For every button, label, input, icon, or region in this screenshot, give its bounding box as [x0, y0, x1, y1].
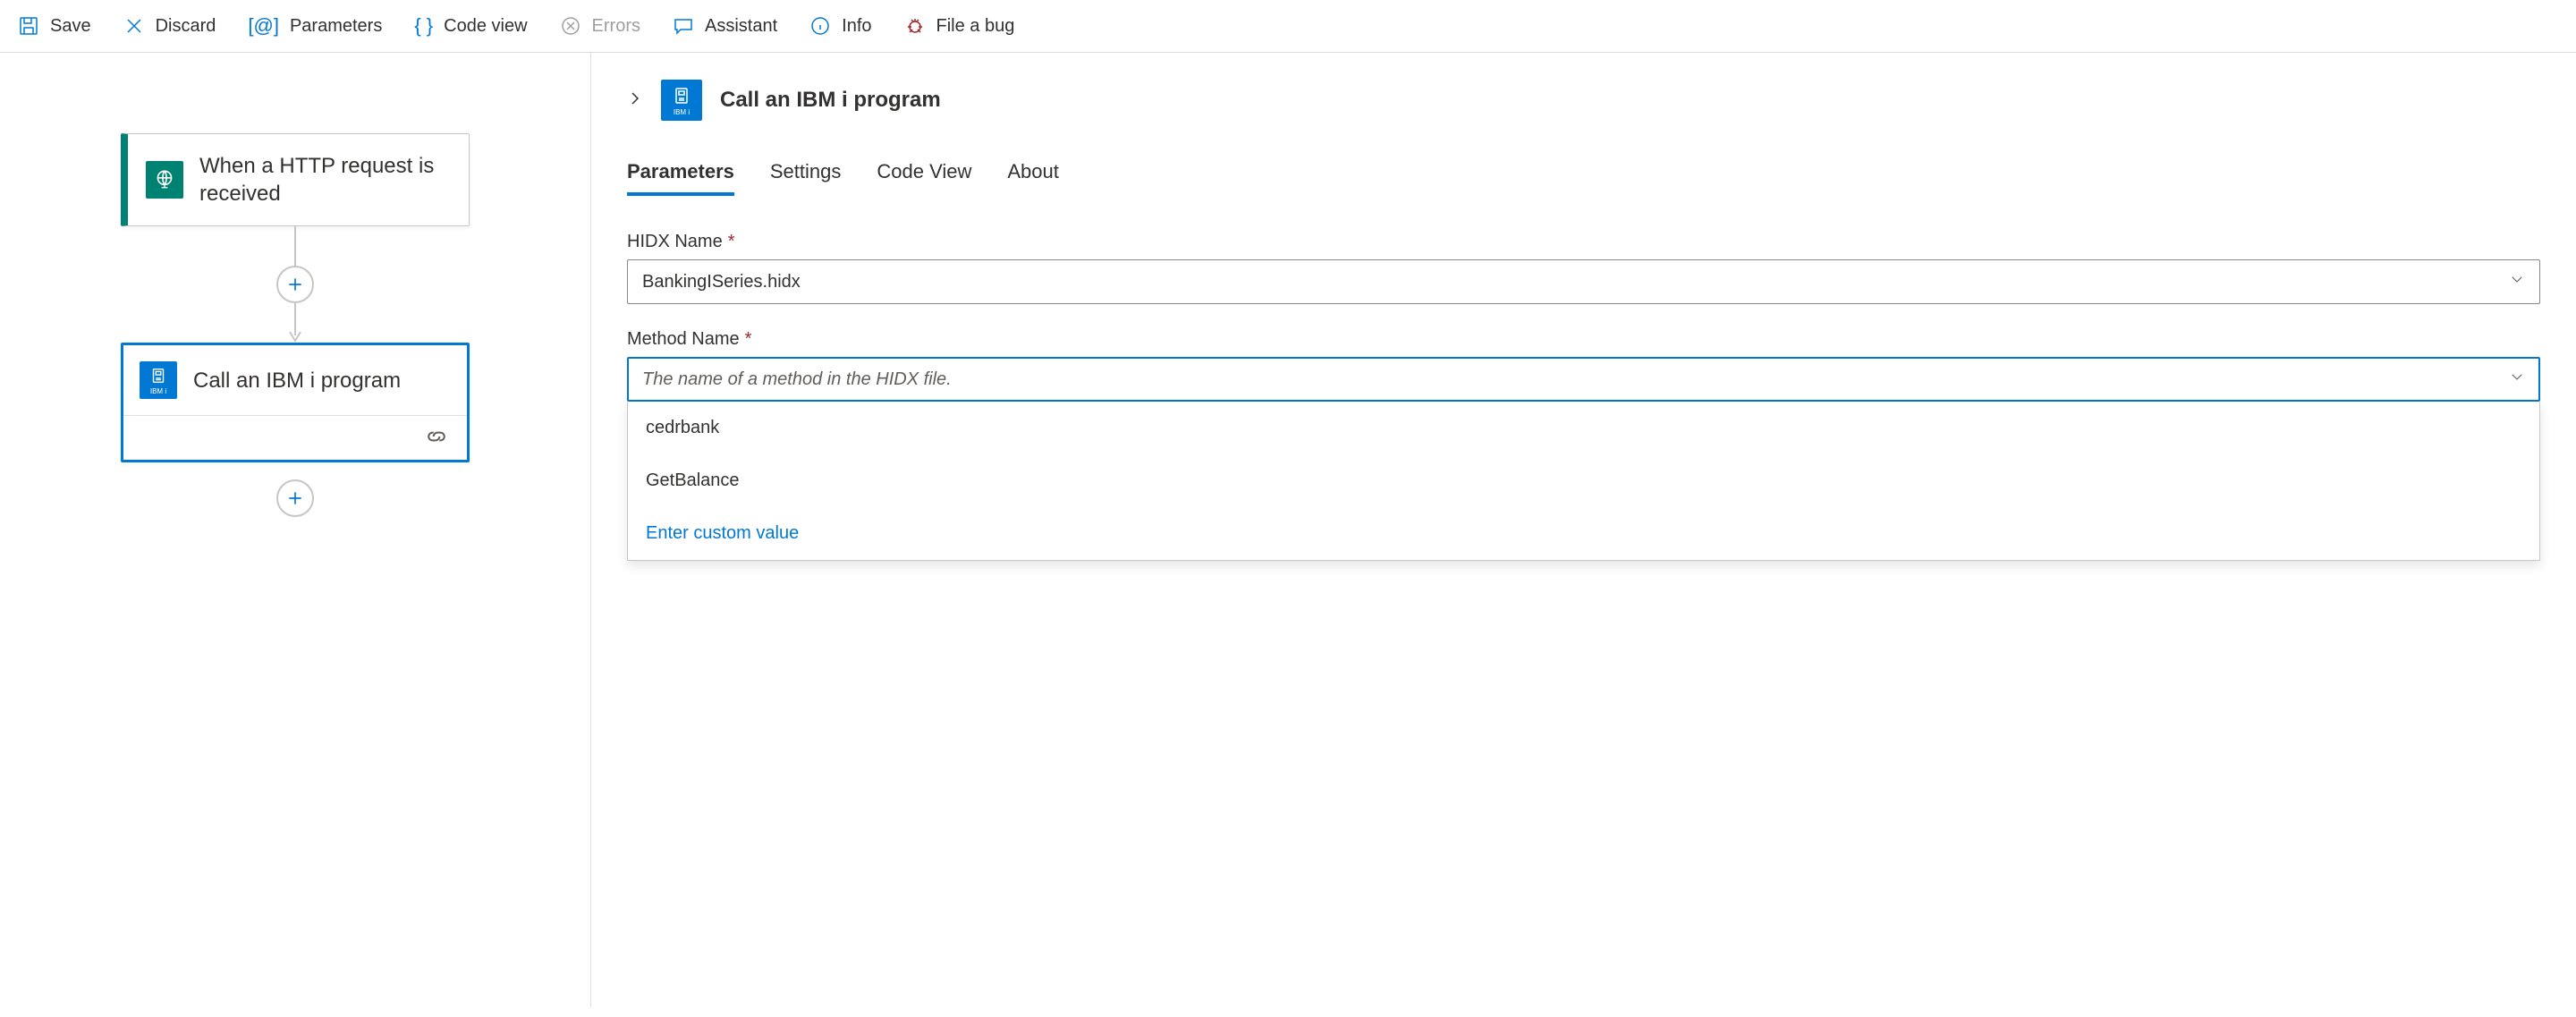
parameters-button[interactable]: [@] Parameters: [248, 14, 382, 38]
at-brackets-icon: [@]: [248, 14, 279, 38]
add-step-button-end[interactable]: [276, 479, 314, 517]
field-methodname: Method Name * The name of a method in th…: [627, 329, 2540, 561]
tab-about[interactable]: About: [1007, 160, 1059, 196]
methodname-label-row: Method Name *: [627, 329, 2540, 350]
assistant-button[interactable]: Assistant: [673, 15, 777, 37]
add-step-button[interactable]: [276, 266, 314, 303]
pane-header: IBM i Call an IBM i program: [627, 80, 2540, 121]
field-hidxname: HIDX Name * BankingISeries.hidx: [627, 232, 2540, 304]
save-icon: [18, 15, 39, 37]
chat-icon: [673, 15, 694, 37]
ibmi-icon-sublabel: IBM i: [674, 108, 690, 116]
discard-label: Discard: [156, 16, 216, 37]
pane-tabs: Parameters Settings Code View About: [627, 160, 2540, 196]
required-mark: *: [745, 329, 752, 350]
required-mark: *: [728, 232, 735, 252]
trigger-node-title: When a HTTP request is received: [199, 152, 451, 208]
save-button[interactable]: Save: [18, 15, 91, 37]
hidxname-value: BankingISeries.hidx: [642, 272, 801, 292]
tab-codeview[interactable]: Code View: [877, 160, 971, 196]
tab-settings[interactable]: Settings: [770, 160, 842, 196]
details-pane: IBM i Call an IBM i program Parameters S…: [591, 53, 2576, 1007]
action-node-link-row: [123, 415, 467, 460]
connection-link-icon[interactable]: [424, 427, 449, 449]
hidxname-label-row: HIDX Name *: [627, 232, 2540, 252]
action-node[interactable]: IBM i Call an IBM i program: [121, 343, 470, 462]
errors-label: Errors: [592, 16, 640, 37]
hidxname-select[interactable]: BankingISeries.hidx: [627, 259, 2540, 304]
info-icon: [809, 15, 831, 37]
ibmi-icon: IBM i: [661, 80, 702, 121]
bug-icon: [904, 15, 926, 37]
toolbar: Save Discard [@] Parameters { } Code vie…: [0, 0, 2576, 53]
collapse-chevron-icon[interactable]: [627, 89, 643, 112]
plus-icon: [286, 489, 304, 507]
tab-parameters[interactable]: Parameters: [627, 160, 734, 196]
filebug-label: File a bug: [936, 16, 1015, 37]
ibmi-icon: IBM i: [140, 361, 177, 399]
methodname-label: Method Name: [627, 329, 740, 350]
braces-icon: { }: [414, 14, 433, 38]
ibmi-icon-sublabel: IBM i: [150, 387, 166, 395]
dropdown-option[interactable]: cedrbank: [628, 402, 2539, 454]
action-node-title: Call an IBM i program: [193, 367, 401, 394]
hidxname-label: HIDX Name: [627, 232, 723, 252]
pane-title: Call an IBM i program: [720, 88, 941, 113]
plus-icon: [286, 275, 304, 293]
codeview-label: Code view: [444, 16, 527, 37]
methodname-select[interactable]: The name of a method in the HIDX file.: [627, 357, 2540, 402]
parameters-label: Parameters: [290, 16, 382, 37]
methodname-dropdown: cedrbank GetBalance Enter custom value: [627, 402, 2540, 561]
chevron-down-icon: [2509, 271, 2525, 292]
codeview-button[interactable]: { } Code view: [414, 14, 527, 38]
error-circle-icon: [560, 15, 581, 37]
save-label: Save: [50, 16, 91, 37]
trigger-node[interactable]: When a HTTP request is received: [121, 133, 470, 226]
filebug-button[interactable]: File a bug: [904, 15, 1015, 37]
dropdown-option[interactable]: GetBalance: [628, 454, 2539, 507]
connector-end: [0, 462, 590, 534]
connector: [0, 226, 590, 343]
dropdown-custom-value[interactable]: Enter custom value: [628, 507, 2539, 560]
canvas-pane: When a HTTP request is received IBM i Ca…: [0, 53, 590, 1007]
discard-button[interactable]: Discard: [123, 15, 216, 37]
info-button[interactable]: Info: [809, 15, 871, 37]
http-trigger-icon: [146, 161, 183, 199]
close-icon: [123, 15, 145, 37]
assistant-label: Assistant: [705, 16, 777, 37]
main-area: When a HTTP request is received IBM i Ca…: [0, 53, 2576, 1007]
errors-button: Errors: [560, 15, 640, 37]
methodname-placeholder: The name of a method in the HIDX file.: [642, 369, 952, 390]
info-label: Info: [842, 16, 871, 37]
chevron-down-icon: [2509, 369, 2525, 390]
